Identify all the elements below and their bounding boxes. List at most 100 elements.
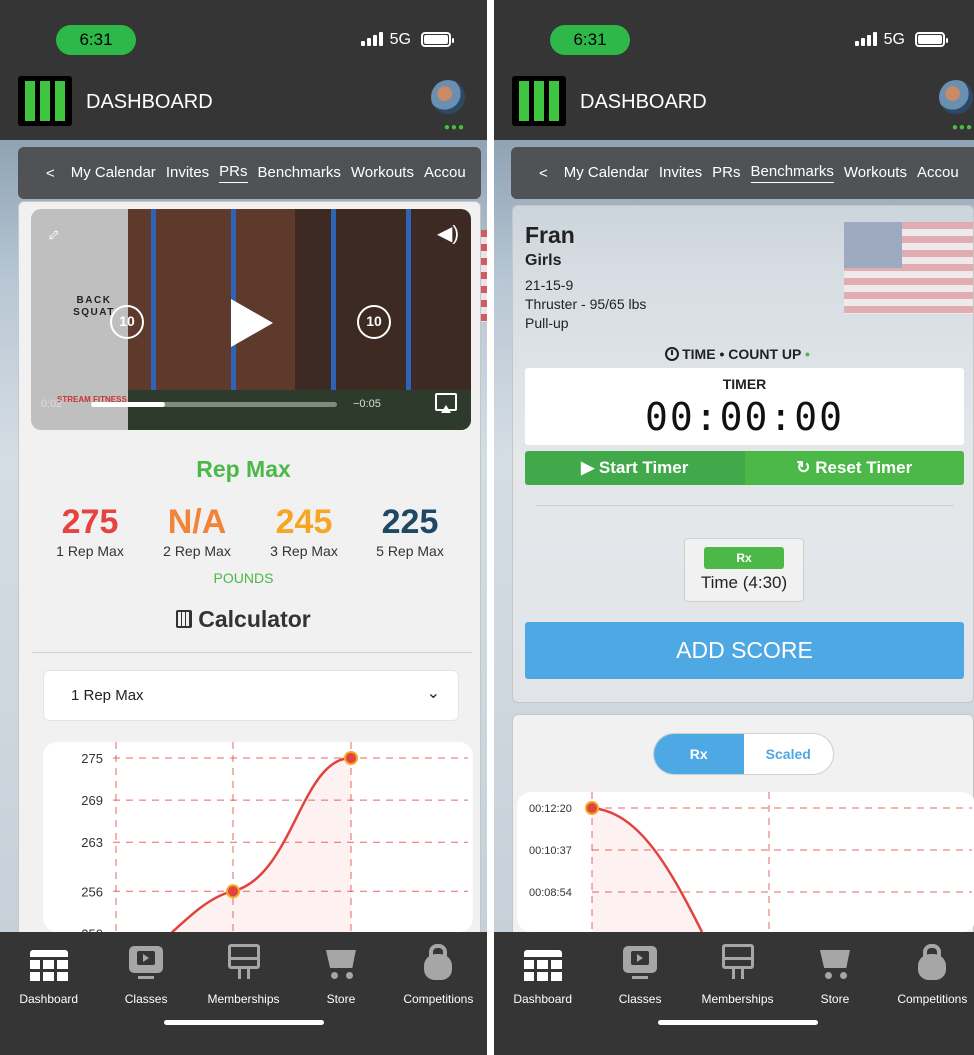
video-progress-bar[interactable] — [91, 402, 337, 407]
reset-timer-button[interactable]: ↻ Reset Timer — [744, 451, 964, 485]
rep-max-title: Rep Max — [196, 456, 291, 482]
page-title: DASHBOARD — [86, 91, 213, 113]
series-area — [592, 808, 702, 932]
rep-max-select[interactable]: 1 Rep Max ⌄ — [43, 670, 459, 721]
start-timer-button[interactable]: ▶ Start Timer — [525, 451, 745, 485]
status-time: 6:31 — [56, 25, 136, 55]
tab-label: Dashboard — [19, 992, 79, 1006]
rep-max-label: 3 Rep Max — [270, 543, 338, 559]
y-tick-label: 00:10:37 — [529, 845, 572, 857]
rep-max-5: 225 5 Rep Max — [355, 502, 465, 559]
data-point — [226, 884, 240, 899]
status-time: 6:31 — [550, 25, 630, 55]
kiosk-icon — [719, 944, 757, 980]
play-icon[interactable] — [231, 299, 273, 347]
toggle-scaled[interactable]: Scaled — [744, 734, 834, 774]
section-nav: < My Calendar Invites PRs Benchmarks Wor… — [511, 147, 974, 199]
tab-store[interactable]: Store — [786, 932, 883, 1055]
kettlebell-icon — [419, 944, 457, 980]
nav-item-benchmarks[interactable]: Benchmarks — [750, 163, 834, 183]
video-progress-fill — [91, 402, 165, 407]
kettlebell-icon — [913, 944, 951, 980]
status-bar: 6:31 5G — [494, 0, 974, 62]
rep-max-1: 275 1 Rep Max — [35, 502, 145, 559]
calculator-icon — [176, 610, 193, 628]
bottom-tab-bar: Dashboard Classes Memberships Store Comp… — [0, 932, 487, 1055]
series-area — [91, 758, 351, 932]
fullscreen-icon[interactable]: ⇔ — [38, 219, 68, 249]
network-label: 5G — [883, 31, 905, 48]
data-point — [585, 801, 599, 815]
home-indicator — [658, 1020, 818, 1025]
chevron-down-icon: ⌄ — [426, 685, 440, 702]
tab-competitions[interactable]: Competitions — [390, 932, 487, 1055]
add-score-button[interactable]: ADD SCORE — [525, 622, 964, 679]
timer-display: TIMER 00:00:00 — [525, 368, 964, 445]
nav-item-account[interactable]: Accou — [917, 164, 959, 183]
nav-item-invites[interactable]: Invites — [166, 164, 209, 183]
cart-icon — [816, 944, 854, 980]
tab-memberships[interactable]: Memberships — [689, 932, 786, 1055]
benchmark-line-chart: 00:12:20 00:10:37 00:08:54 — [529, 792, 972, 932]
timer-mode-label: TIME • COUNT UP — [682, 346, 802, 362]
video-player[interactable]: BACK SQUAT STREAM FITNESS ⇔ ◀) 10 10 0:0… — [31, 209, 471, 430]
select-value: 1 Rep Max — [71, 687, 144, 704]
skip-forward-icon[interactable]: 10 — [357, 305, 391, 339]
toggle-rx[interactable]: Rx — [654, 734, 744, 774]
signal-icon — [855, 32, 877, 46]
tab-competitions[interactable]: Competitions — [884, 932, 974, 1055]
rep-max-label: 1 Rep Max — [56, 543, 124, 559]
workout-line: Pull-up — [525, 315, 569, 331]
more-dots-icon[interactable]: ●●● — [952, 122, 973, 133]
volume-icon[interactable]: ◀) — [437, 221, 459, 246]
workout-line: Thruster - 95/65 lbs — [525, 296, 647, 312]
nav-item-calendar[interactable]: My Calendar — [71, 164, 156, 183]
workout-category: Girls — [525, 252, 562, 269]
nav-scroll-left-icon[interactable]: < — [511, 165, 564, 182]
nav-item-invites[interactable]: Invites — [659, 164, 702, 183]
tab-label: Classes — [618, 992, 662, 1006]
avatar[interactable] — [431, 80, 465, 114]
rep-max-label: 5 Rep Max — [376, 543, 444, 559]
tab-dashboard[interactable]: Dashboard — [494, 932, 591, 1055]
pr-chart: 275269263256250 — [43, 742, 473, 932]
tab-label: Store — [326, 992, 356, 1006]
workout-line: 21-15-9 — [525, 277, 574, 293]
tab-classes[interactable]: Classes — [591, 932, 688, 1055]
skip-back-icon[interactable]: 10 — [110, 305, 144, 339]
phone-screen-prs: 6:31 5G DASHBOARD ●●● < My Calendar Invi… — [0, 0, 487, 1055]
y-tick-label: 263 — [81, 835, 103, 850]
timer-value: 00:00:00 — [644, 395, 845, 439]
score-time: Time (4:30) — [700, 573, 788, 592]
nav-scroll-left-icon[interactable]: < — [18, 165, 71, 182]
nav-item-workouts[interactable]: Workouts — [844, 164, 907, 183]
battery-icon — [915, 32, 948, 47]
page-title: DASHBOARD — [580, 91, 707, 113]
divider — [32, 652, 472, 653]
avatar[interactable] — [939, 80, 973, 114]
app-logo[interactable] — [512, 76, 566, 126]
calculator-label: Calculator — [198, 606, 311, 632]
nav-item-prs[interactable]: PRs — [712, 164, 740, 183]
score-entry[interactable]: Rx Time (4:30) — [684, 538, 804, 602]
nav-item-calendar[interactable]: My Calendar — [564, 164, 649, 183]
nav-item-prs[interactable]: PRs — [219, 163, 248, 183]
dashboard-grid-icon — [523, 944, 562, 981]
tab-memberships[interactable]: Memberships — [195, 932, 292, 1055]
app-logo[interactable] — [18, 76, 72, 126]
section-nav: < My Calendar Invites PRs Benchmarks Wor… — [18, 147, 481, 199]
battery-icon — [421, 32, 454, 47]
more-dots-icon[interactable]: ●●● — [444, 122, 465, 133]
tab-store[interactable]: Store — [292, 932, 389, 1055]
tab-classes[interactable]: Classes — [97, 932, 194, 1055]
tab-dashboard[interactable]: Dashboard — [0, 932, 97, 1055]
nav-item-benchmarks[interactable]: Benchmarks — [258, 164, 341, 183]
nav-item-account[interactable]: Accou — [424, 164, 466, 183]
tab-label: Store — [820, 992, 850, 1006]
airplay-icon[interactable] — [435, 393, 457, 413]
nav-item-workouts[interactable]: Workouts — [351, 164, 414, 183]
tab-label: Competitions — [897, 992, 968, 1006]
screen-gap — [487, 0, 494, 1055]
app-header: DASHBOARD ●●● — [0, 62, 487, 140]
signal-icon — [361, 32, 383, 46]
